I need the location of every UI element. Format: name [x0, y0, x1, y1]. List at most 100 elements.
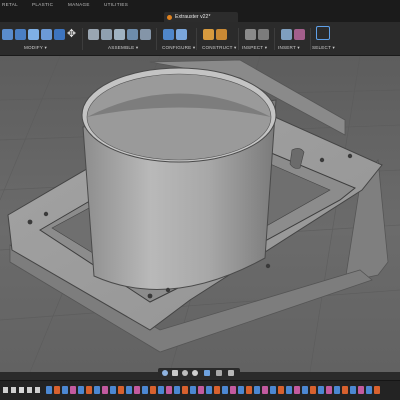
group-inspect[interactable]: INSPECT ▾	[242, 45, 267, 51]
as-built-joint-icon[interactable]	[114, 29, 125, 40]
group-configure[interactable]: CONFIGURE ▾	[162, 45, 195, 51]
timeline-feature-icon[interactable]	[214, 386, 220, 394]
new-component-icon[interactable]	[88, 29, 99, 40]
step-forward-icon[interactable]	[27, 387, 32, 393]
ribbon-toolbar: ✥ MODIFY ▾ ASSEMBLE ▾ CONFIGURE ▾ CONSTR…	[0, 22, 400, 56]
timeline-feature-icon[interactable]	[294, 386, 300, 394]
tab-plastic[interactable]: PLASTIC	[32, 2, 53, 7]
section-analysis-icon[interactable]	[258, 29, 269, 40]
canvas-viewport[interactable]	[0, 56, 400, 372]
offset-plane-icon[interactable]	[203, 29, 214, 40]
navigation-bar	[158, 368, 240, 378]
timeline-feature-icon[interactable]	[158, 386, 164, 394]
timeline-feature-icon[interactable]	[366, 386, 372, 394]
timeline-feature-icon[interactable]	[166, 386, 172, 394]
shell-icon[interactable]	[28, 29, 39, 40]
fit-icon[interactable]	[192, 370, 198, 376]
tab-retal[interactable]: RETAL	[2, 2, 18, 7]
divider	[196, 28, 197, 50]
joint-icon[interactable]	[101, 29, 112, 40]
measure-icon[interactable]	[245, 29, 256, 40]
timeline-feature-icon[interactable]	[206, 386, 212, 394]
timeline-feature-icon[interactable]	[142, 386, 148, 394]
timeline-feature-icon[interactable]	[174, 386, 180, 394]
divider	[156, 28, 157, 50]
timeline-feature-icon[interactable]	[262, 386, 268, 394]
move-icon[interactable]: ✥	[66, 29, 77, 40]
timeline-feature-icon[interactable]	[78, 386, 84, 394]
timeline-feature-icon[interactable]	[350, 386, 356, 394]
timeline-feature-icon[interactable]	[182, 386, 188, 394]
divider	[238, 28, 239, 50]
group-modify[interactable]: MODIFY ▾	[24, 45, 47, 51]
insert-derive-icon[interactable]	[281, 29, 292, 40]
step-back-icon[interactable]	[11, 387, 16, 393]
configure-rule-icon[interactable]	[176, 29, 187, 40]
file-indicator-icon	[167, 14, 172, 20]
combine-icon[interactable]	[54, 29, 65, 40]
timeline-feature-icon[interactable]	[270, 386, 276, 394]
select-icon[interactable]	[316, 26, 330, 40]
timeline-bar	[0, 380, 400, 400]
timeline-feature-icon[interactable]	[110, 386, 116, 394]
timeline-feature-icon[interactable]	[198, 386, 204, 394]
timeline-feature-icon[interactable]	[286, 386, 292, 394]
press-pull-icon[interactable]	[2, 29, 13, 40]
timeline-feature-icon[interactable]	[150, 386, 156, 394]
document-tab[interactable]: Extrauster v22*	[164, 12, 238, 22]
timeline-feature-icon[interactable]	[94, 386, 100, 394]
axis-icon[interactable]	[216, 29, 227, 40]
drive-joints-icon[interactable]	[140, 29, 151, 40]
scale-icon[interactable]	[41, 29, 52, 40]
timeline-feature-icon[interactable]	[230, 386, 236, 394]
title-bar: RETAL PLASTIC MANAGE UTILITIES Extrauste…	[0, 0, 400, 22]
orbit-icon[interactable]	[162, 370, 168, 376]
visual-style-icon[interactable]	[228, 370, 234, 376]
divider	[274, 28, 275, 50]
fillet-icon[interactable]	[15, 29, 26, 40]
tab-utilities[interactable]: UTILITIES	[104, 2, 128, 7]
group-assemble[interactable]: ASSEMBLE ▾	[108, 45, 138, 51]
cylinder-rim-inner	[86, 73, 272, 161]
configure-table-icon[interactable]	[163, 29, 174, 40]
timeline-feature-icon[interactable]	[326, 386, 332, 394]
go-to-start-icon[interactable]	[3, 387, 8, 393]
timeline-feature-icon[interactable]	[318, 386, 324, 394]
timeline-feature-icon[interactable]	[134, 386, 140, 394]
timeline-feature-icon[interactable]	[126, 386, 132, 394]
group-construct[interactable]: CONSTRUCT ▾	[202, 45, 237, 51]
divider	[310, 28, 311, 50]
timeline-feature-icon[interactable]	[334, 386, 340, 394]
timeline-feature-icon[interactable]	[70, 386, 76, 394]
go-to-end-icon[interactable]	[35, 387, 40, 393]
grid-icon[interactable]	[216, 370, 222, 376]
timeline-feature-icon[interactable]	[246, 386, 252, 394]
document-title: Extrauster v22*	[175, 13, 211, 20]
timeline-feature-icon[interactable]	[190, 386, 196, 394]
group-select[interactable]: SELECT ▾	[312, 45, 335, 51]
viewport-scene	[0, 56, 400, 372]
pan-icon[interactable]	[172, 370, 178, 376]
timeline-feature-icon[interactable]	[310, 386, 316, 394]
timeline-feature-icon[interactable]	[342, 386, 348, 394]
timeline-feature-icon[interactable]	[118, 386, 124, 394]
timeline-feature-icon[interactable]	[46, 386, 52, 394]
tab-manage[interactable]: MANAGE	[68, 2, 90, 7]
timeline-feature-icon[interactable]	[86, 386, 92, 394]
timeline-feature-icon[interactable]	[358, 386, 364, 394]
timeline-feature-icon[interactable]	[62, 386, 68, 394]
timeline-feature-icon[interactable]	[54, 386, 60, 394]
play-icon[interactable]	[19, 387, 24, 393]
timeline-feature-icon[interactable]	[278, 386, 284, 394]
timeline-feature-icon[interactable]	[102, 386, 108, 394]
timeline-feature-icon[interactable]	[374, 386, 380, 394]
rigid-group-icon[interactable]	[127, 29, 138, 40]
timeline-feature-icon[interactable]	[302, 386, 308, 394]
zoom-icon[interactable]	[182, 370, 188, 376]
group-insert[interactable]: INSERT ▾	[278, 45, 300, 51]
timeline-feature-icon[interactable]	[254, 386, 260, 394]
timeline-feature-icon[interactable]	[238, 386, 244, 394]
insert-mesh-icon[interactable]	[294, 29, 305, 40]
display-settings-icon[interactable]	[204, 370, 210, 376]
timeline-feature-icon[interactable]	[222, 386, 228, 394]
